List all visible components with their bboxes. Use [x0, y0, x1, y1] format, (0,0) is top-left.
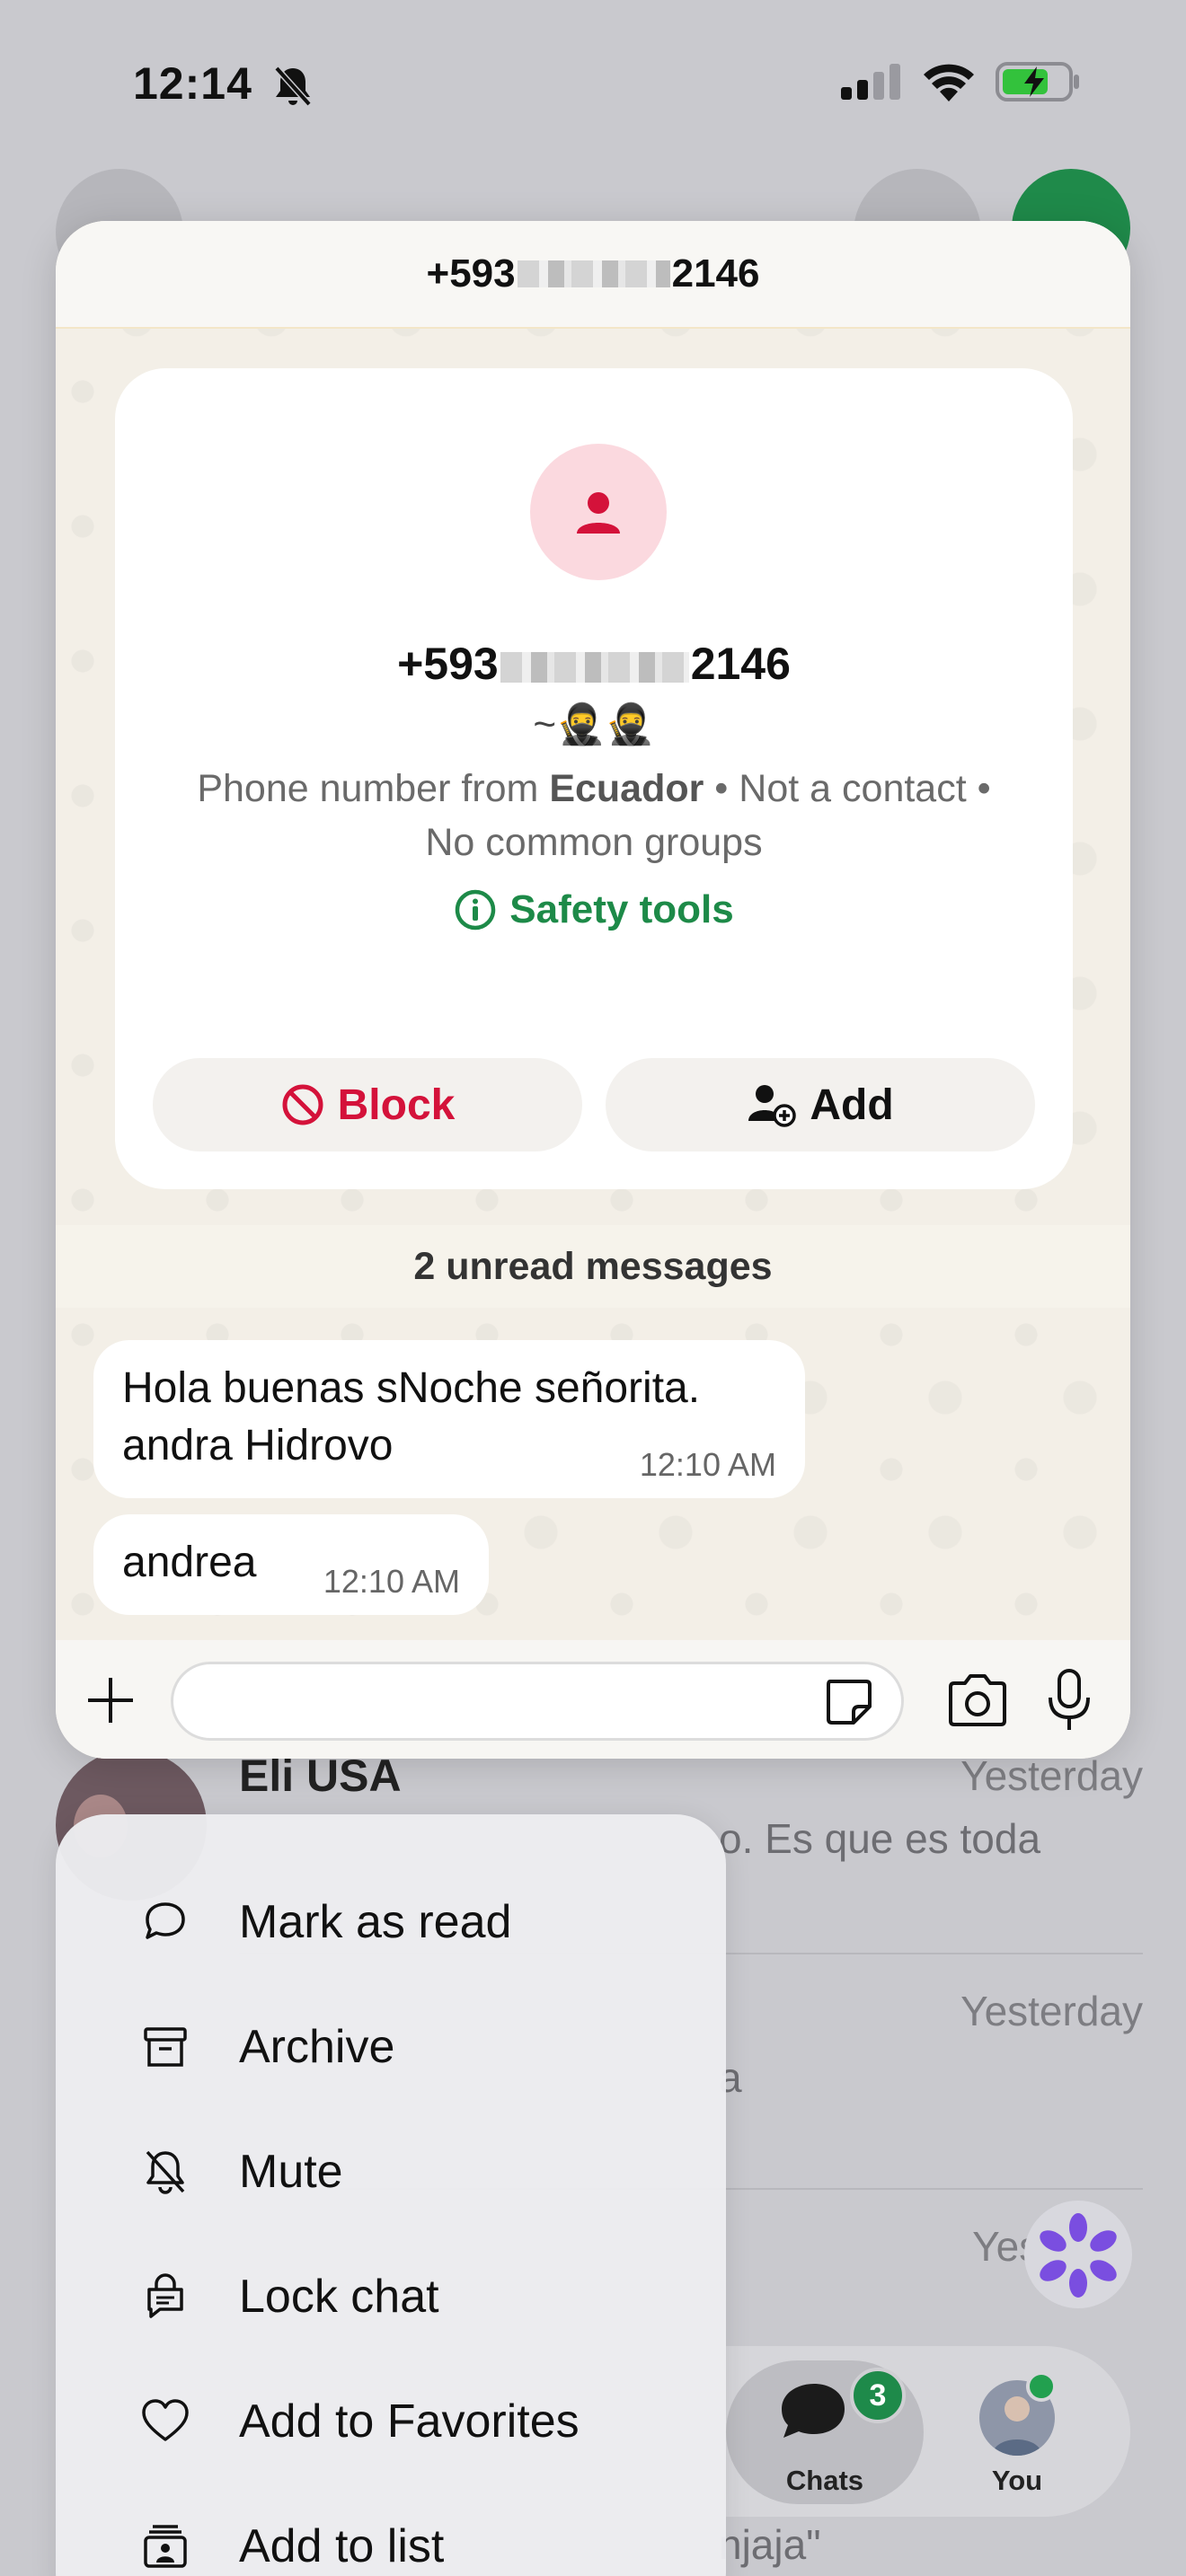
chat-time: Yesterday [960, 1752, 1143, 1799]
tab-you-label[interactable]: You [970, 2465, 1064, 2497]
safety-tools-link[interactable]: Safety tools [115, 887, 1073, 932]
block-icon [282, 1084, 323, 1125]
message-input[interactable] [171, 1662, 904, 1741]
message-bubble[interactable]: Hola buenas sNoche señorita. andra Hidro… [93, 1340, 805, 1498]
message-text: Hola buenas sNoche señorita. andra Hidro… [122, 1364, 701, 1469]
lock-chat-icon [137, 2268, 194, 2325]
contact-phone-number: +593 2146 [397, 639, 791, 689]
archive-icon [137, 2018, 194, 2076]
info-circle-icon [456, 889, 496, 931]
heart-icon [137, 2393, 194, 2450]
online-status-dot [1026, 2371, 1057, 2402]
message-time: 12:10 AM [639, 1446, 776, 1483]
sticker-icon[interactable] [821, 1674, 875, 1728]
message-bubble[interactable]: andrea 12:10 AM [93, 1514, 489, 1615]
chat-bubble-icon [137, 1893, 194, 1951]
safety-tools-label: Safety tools [509, 887, 734, 931]
add-button-label: Add [810, 1081, 894, 1129]
menu-item-label: Archive [239, 2020, 395, 2073]
add-list-icon [137, 2518, 194, 2575]
message-time: 12:10 AM [323, 1563, 460, 1600]
battery-charging-icon [996, 62, 1079, 101]
menu-item-add-to-favorites[interactable]: Add to Favorites [56, 2359, 726, 2483]
add-person-icon [748, 1085, 797, 1127]
cellular-signal-icon [841, 64, 900, 100]
chat-context-menu: Mark as read Archive Mute Lock chat Add … [56, 1814, 726, 2576]
person-icon [577, 492, 620, 534]
status-indicators [841, 61, 1080, 102]
bell-slash-icon [274, 66, 312, 107]
block-button[interactable]: Block [153, 1058, 582, 1151]
meta-ai-button[interactable] [1024, 2201, 1132, 2308]
block-button-label: Block [337, 1081, 456, 1129]
wifi-icon [924, 64, 974, 101]
menu-item-label: Add to Favorites [239, 2395, 580, 2448]
plus-icon[interactable] [83, 1672, 138, 1728]
menu-item-mute[interactable]: Mute [56, 2109, 726, 2234]
unread-count-badge: 3 [850, 2368, 906, 2423]
tab-chats-label: Chats [785, 2465, 864, 2496]
message-text: andrea [122, 1539, 257, 1586]
menu-item-label: Add to list [239, 2519, 445, 2572]
camera-icon[interactable] [945, 1671, 1010, 1730]
menu-item-mark-as-read[interactable]: Mark as read [56, 1859, 726, 1984]
microphone-icon[interactable] [1042, 1667, 1096, 1734]
chat-preview: +593 2146 +593 2146 ~🥷🥷 Phone number from … [56, 221, 1130, 1759]
contact-nickname: ~🥷🥷 [533, 702, 655, 746]
contact-info-card: +593 2146 ~🥷🥷 Phone number from Ecuador •… [115, 368, 1073, 1189]
unread-messages-divider: 2 unread messages [56, 1225, 1130, 1308]
chat-snippet: o. Es que es toda [719, 1815, 1041, 1862]
status-time: 12:14 [133, 58, 252, 109]
menu-item-archive[interactable]: Archive [56, 1984, 726, 2109]
bell-slash-icon [137, 2143, 194, 2201]
add-contact-button[interactable]: Add [606, 1058, 1035, 1151]
chat-header-title: +593 2146 [56, 221, 1130, 329]
redacted-digits [517, 260, 670, 287]
message-composer [56, 1640, 1130, 1759]
menu-item-label: Mark as read [239, 1895, 512, 1948]
chat-time: Yesterday [960, 1988, 1143, 2034]
menu-item-label: Mute [239, 2145, 343, 2198]
contact-description: Phone number from Ecuador • Not a contac… [197, 767, 991, 864]
contact-avatar [530, 444, 667, 580]
menu-item-lock-chat[interactable]: Lock chat [56, 2234, 726, 2359]
menu-item-label: Lock chat [239, 2270, 439, 2323]
chat-snippet: njaja" [719, 2521, 821, 2568]
redacted-digits [500, 651, 689, 683]
menu-item-add-to-list[interactable]: Add to list [56, 2483, 726, 2576]
